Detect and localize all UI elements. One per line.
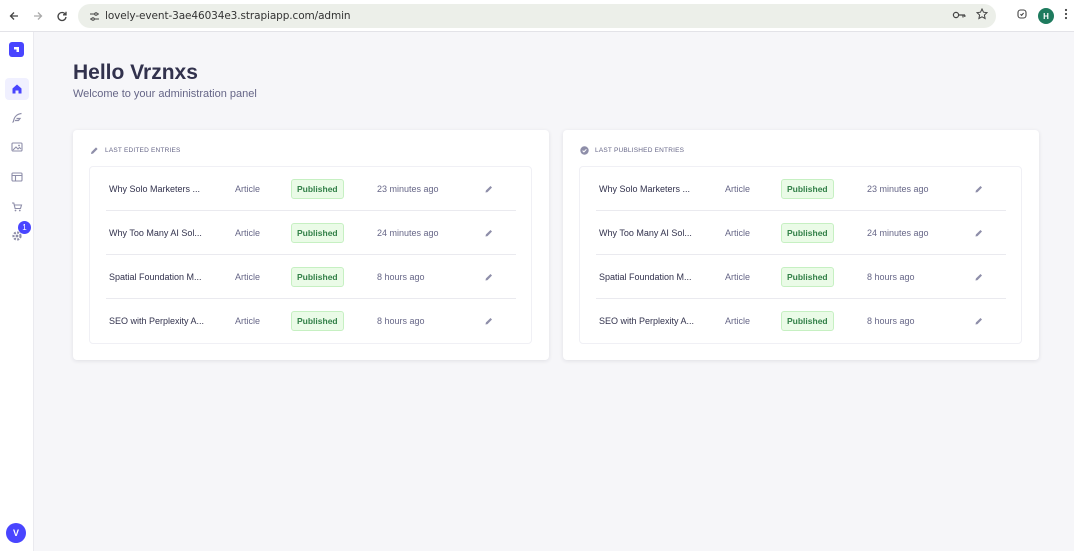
card-label: LAST EDITED ENTRIES xyxy=(105,147,181,154)
table-row[interactable]: Why Too Many AI Sol... Article Published… xyxy=(106,211,516,255)
edit-pencil-icon[interactable] xyxy=(482,226,496,240)
entry-title: Why Too Many AI Sol... xyxy=(109,227,202,238)
entry-type: Article xyxy=(725,271,751,282)
entry-time: 23 minutes ago xyxy=(867,183,929,194)
user-avatar[interactable]: V xyxy=(6,523,26,543)
url-text[interactable]: lovely-event-3ae46034e3.strapiapp.com/ad… xyxy=(105,10,351,22)
entry-title: Spatial Foundation M... xyxy=(109,271,202,282)
reload-button[interactable] xyxy=(50,4,74,28)
forward-button[interactable] xyxy=(26,4,50,28)
entries-table: Why Solo Marketers ... Article Published… xyxy=(89,166,532,344)
table-row[interactable]: Why Solo Marketers ... Article Published… xyxy=(596,167,1006,211)
entry-title: Why Too Many AI Sol... xyxy=(599,227,692,238)
sidebar-item-content-type-builder[interactable] xyxy=(5,107,29,129)
entry-type: Article xyxy=(725,227,751,238)
table-row[interactable]: Why Solo Marketers ... Article Published… xyxy=(106,167,516,211)
arrow-left-icon xyxy=(9,11,18,20)
edit-pencil-icon[interactable] xyxy=(482,270,496,284)
entry-time: 8 hours ago xyxy=(867,271,915,282)
sidebar-item-home[interactable] xyxy=(5,78,29,100)
edit-pencil-icon[interactable] xyxy=(972,226,986,240)
entry-title: Why Solo Marketers ... xyxy=(599,183,691,194)
sidebar-item-content-manager[interactable] xyxy=(5,166,29,188)
entry-title: SEO with Perplexity A... xyxy=(109,316,205,326)
browser-toolbar: lovely-event-3ae46034e3.strapiapp.com/ad… xyxy=(0,0,1074,32)
table-row[interactable]: Why Too Many AI Sol... Article Published… xyxy=(596,211,1006,255)
entry-title: Why Solo Marketers ... xyxy=(109,183,201,194)
site-settings-icon[interactable] xyxy=(83,11,105,22)
entries-table: Why Solo Marketers ... Article Published… xyxy=(579,166,1022,344)
feather-icon xyxy=(12,112,22,123)
entry-time: 8 hours ago xyxy=(377,271,425,282)
sidebar-item-marketplace[interactable] xyxy=(5,196,29,218)
cart-icon xyxy=(12,202,23,212)
edit-pencil-icon[interactable] xyxy=(972,182,986,196)
page-title: Hello Vrznxs xyxy=(73,61,198,84)
status-badge: Published xyxy=(291,311,344,331)
password-key-icon[interactable] xyxy=(952,7,966,25)
image-icon xyxy=(11,142,23,152)
bookmark-star-icon[interactable] xyxy=(975,7,989,25)
more-menu-icon[interactable] xyxy=(1064,7,1068,25)
address-bar[interactable]: lovely-event-3ae46034e3.strapiapp.com/ad… xyxy=(78,4,996,28)
status-badge: Published xyxy=(291,222,344,243)
table-row[interactable]: Spatial Foundation M... Article Publishe… xyxy=(596,255,1006,299)
status-badge: Published xyxy=(781,266,834,287)
entry-type: Article xyxy=(235,227,261,238)
table-row[interactable]: Spatial Foundation M... Article Publishe… xyxy=(106,255,516,299)
sidebar-item-media-library[interactable] xyxy=(5,136,29,158)
entry-time: 8 hours ago xyxy=(377,316,425,326)
profile-avatar[interactable]: H xyxy=(1038,8,1054,24)
status-badge: Published xyxy=(781,178,834,199)
table-row[interactable]: SEO with Perplexity A... Article Publish… xyxy=(596,299,1006,343)
edit-pencil-icon[interactable] xyxy=(482,314,496,328)
edit-pencil-icon[interactable] xyxy=(972,270,986,284)
layout-icon xyxy=(11,172,23,182)
edit-pencil-icon[interactable] xyxy=(482,182,496,196)
card-label: LAST PUBLISHED ENTRIES xyxy=(595,147,685,154)
entry-title: SEO with Perplexity A... xyxy=(599,316,695,326)
main-sidebar: 1 V xyxy=(0,32,34,551)
notification-badge: 1 xyxy=(18,221,31,234)
page-subtitle: Welcome to your administration panel xyxy=(73,88,257,100)
entry-type: Article xyxy=(235,316,261,326)
reload-icon xyxy=(57,11,67,21)
status-badge: Published xyxy=(291,178,344,199)
strapi-logo[interactable] xyxy=(9,42,24,57)
entry-time: 24 minutes ago xyxy=(867,227,929,238)
edit-pencil-icon[interactable] xyxy=(972,314,986,328)
entry-time: 8 hours ago xyxy=(867,316,915,326)
last-published-card: LAST PUBLISHED ENTRIES Why Solo Marketer… xyxy=(563,130,1039,360)
entry-type: Article xyxy=(725,316,751,326)
extensions-icon[interactable] xyxy=(1016,7,1028,25)
entry-type: Article xyxy=(235,271,261,282)
pencil-icon xyxy=(91,147,98,154)
entry-time: 24 minutes ago xyxy=(377,227,439,238)
status-badge: Published xyxy=(781,311,834,331)
home-icon xyxy=(12,84,22,94)
entry-type: Article xyxy=(725,183,751,194)
arrow-right-icon xyxy=(34,11,43,20)
entry-title: Spatial Foundation M... xyxy=(599,271,692,282)
entry-type: Article xyxy=(235,183,261,194)
last-edited-card: LAST EDITED ENTRIES Why Solo Marketers .… xyxy=(73,130,549,360)
status-badge: Published xyxy=(291,266,344,287)
check-circle-icon xyxy=(580,146,589,155)
entry-time: 23 minutes ago xyxy=(377,183,439,194)
status-badge: Published xyxy=(781,222,834,243)
table-row[interactable]: SEO with Perplexity A... Article Publish… xyxy=(106,299,516,343)
back-button[interactable] xyxy=(2,4,26,28)
